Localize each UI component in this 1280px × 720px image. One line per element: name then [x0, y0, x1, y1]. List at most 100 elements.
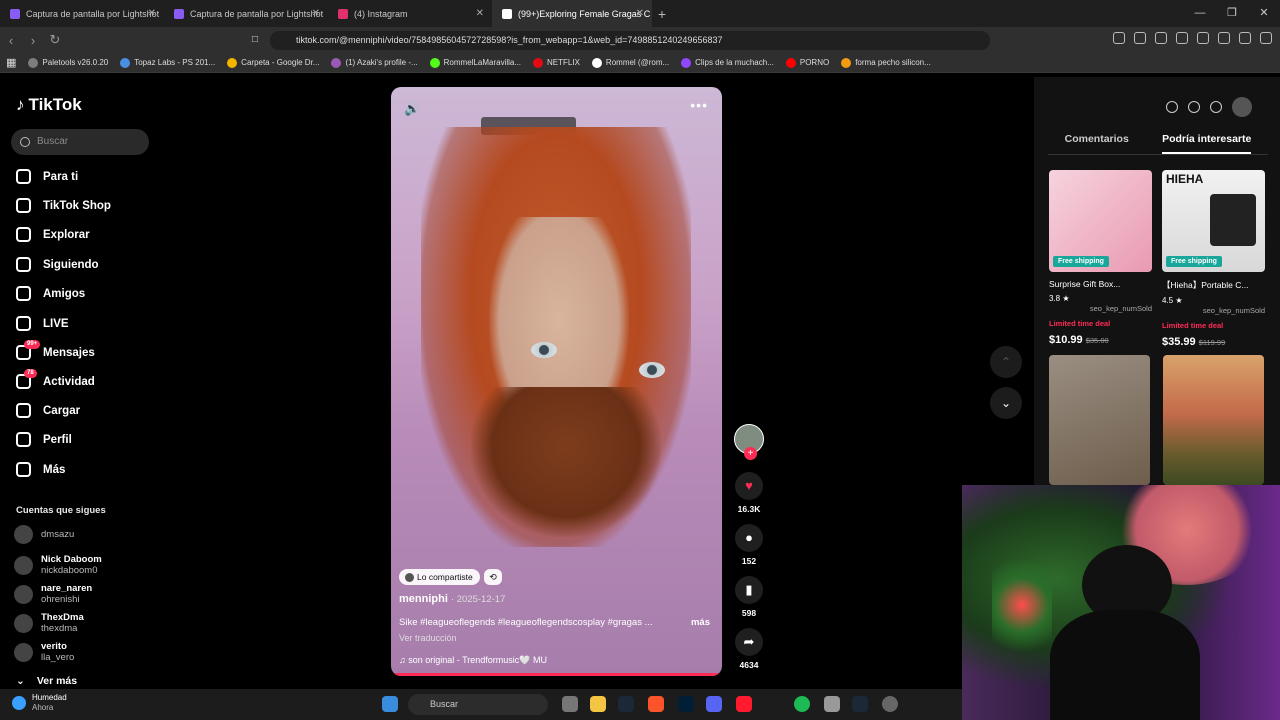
tiktok-logo[interactable]: ♪ TikTok: [16, 95, 82, 115]
see-more-link[interactable]: ⌄ Ver más: [16, 675, 77, 687]
followed-account[interactable]: ThexDma thexdma: [14, 612, 84, 634]
translate-link[interactable]: Ver traducción: [399, 633, 457, 643]
followed-account[interactable]: nare_naren ohrenishi: [14, 583, 92, 605]
reader-icon[interactable]: [1134, 32, 1146, 44]
bookmark-item[interactable]: Clips de la muchach...: [675, 57, 780, 68]
share-action[interactable]: ➦ 4634: [732, 628, 766, 670]
search-input[interactable]: Buscar: [11, 129, 149, 155]
chevron-up-icon[interactable]: ⌃: [990, 346, 1022, 378]
bookmark-item[interactable]: Rommel (@rom...: [586, 57, 675, 68]
forward-icon[interactable]: ›: [22, 33, 44, 48]
comment-icon[interactable]: ●: [735, 524, 763, 552]
ai-icon[interactable]: [1218, 32, 1230, 44]
bookmark-item[interactable]: PORNO: [780, 57, 835, 68]
bookmark-item[interactable]: NETFLIX: [527, 57, 586, 68]
bookmark-icon[interactable]: ⌑: [244, 32, 266, 48]
minimize-icon[interactable]: —: [1184, 0, 1216, 27]
wallet-icon[interactable]: [1197, 32, 1209, 44]
taskbar-search[interactable]: Buscar: [408, 694, 548, 715]
weather-widget[interactable]: Humedad Ahora: [12, 693, 67, 713]
compass-icon[interactable]: [1166, 101, 1178, 113]
download-icon[interactable]: [1210, 101, 1222, 113]
spotify-icon[interactable]: [794, 696, 810, 712]
brave-icon[interactable]: [648, 696, 664, 712]
product-card[interactable]: HIEHA Free shipping 【Hieha】Portable C...…: [1162, 170, 1265, 348]
sidebar-item[interactable]: Más: [16, 462, 65, 477]
like-action[interactable]: ♥ 16.3K: [732, 472, 766, 514]
chevron-down-icon[interactable]: ⌄: [990, 387, 1022, 419]
sidebar-item[interactable]: Explorar: [16, 227, 90, 242]
bookmark-item[interactable]: Topaz Labs - PS 201...: [114, 57, 221, 68]
save-action[interactable]: ▮ 598: [732, 576, 766, 618]
extension-icon[interactable]: [1113, 32, 1125, 44]
video-author[interactable]: menniphi · 2025-12-17: [399, 593, 505, 605]
close-icon[interactable]: ✕: [476, 8, 484, 19]
repost-icon[interactable]: ⟲: [484, 569, 502, 585]
sidebar-item[interactable]: TikTok Shop: [16, 198, 111, 213]
bookmark-item[interactable]: Paletools v26.0.20: [22, 57, 114, 68]
sidebar-item[interactable]: Amigos: [16, 286, 85, 301]
close-window-icon[interactable]: ✕: [1248, 0, 1280, 27]
creator-avatar[interactable]: +: [734, 424, 764, 460]
sidebar-item[interactable]: Para ti: [16, 169, 78, 184]
app-icon[interactable]: [882, 696, 898, 712]
steam-icon[interactable]: [852, 696, 868, 712]
bookmark-item[interactable]: (1) Azaki's profile -...: [325, 57, 423, 68]
discord-icon[interactable]: [706, 696, 722, 712]
bookmark-item[interactable]: RommelLaMaravilla...: [424, 57, 527, 68]
share-icon[interactable]: ➦: [735, 628, 763, 656]
bookmark-item[interactable]: Carpeta - Google Dr...: [221, 57, 325, 68]
product-card[interactable]: Free shipping Surprise Gift Box... 3.8 ★…: [1049, 170, 1152, 346]
close-icon[interactable]: ✕: [312, 8, 320, 19]
browser-tab-active[interactable]: (99+)Exploring Female Gragas C ✕: [492, 0, 652, 27]
video-thumbnail[interactable]: [1049, 355, 1150, 485]
more-link[interactable]: más: [691, 617, 710, 628]
music-icon[interactable]: [1155, 32, 1167, 44]
url-field[interactable]: tiktok.com/@menniphi/video/7584985604572…: [270, 31, 990, 50]
video-progress-bar[interactable]: [391, 673, 722, 676]
new-tab-button[interactable]: +: [652, 6, 672, 22]
video-thumbnail[interactable]: [1163, 355, 1264, 485]
sidebar-item[interactable]: Perfil: [16, 432, 72, 447]
app-icon[interactable]: [824, 696, 840, 712]
browser-tab[interactable]: Captura de pantalla por Lightshot ✕: [0, 0, 164, 27]
sidebar-item[interactable]: Siguiendo: [16, 257, 99, 272]
followed-account[interactable]: dmsazu: [14, 525, 74, 544]
more-options-icon[interactable]: •••: [690, 97, 708, 113]
back-icon[interactable]: ‹: [0, 33, 22, 48]
maximize-icon[interactable]: ❐: [1216, 0, 1248, 27]
followed-account[interactable]: verito lla_vero: [14, 641, 74, 663]
browser-tab[interactable]: (4) Instagram ✕: [328, 0, 492, 27]
shield-icon[interactable]: [1239, 32, 1251, 44]
heart-icon[interactable]: ♥: [735, 472, 763, 500]
reload-icon[interactable]: ↻: [44, 32, 66, 48]
follow-plus-icon[interactable]: +: [744, 447, 757, 460]
windows-start-icon[interactable]: [382, 696, 398, 712]
sound-link[interactable]: ♫ son original - Trendformusic🤍 MU: [399, 655, 547, 666]
shared-chip[interactable]: Lo compartiste: [399, 569, 480, 585]
sidebar-item[interactable]: 78 Actividad: [16, 369, 95, 389]
followed-account[interactable]: Nick Daboom nickdaboom0: [14, 554, 102, 576]
sidebar-item[interactable]: Cargar: [16, 403, 80, 418]
sidebar-item[interactable]: LIVE: [16, 316, 69, 331]
steam-icon[interactable]: [618, 696, 634, 712]
opera-icon[interactable]: [736, 696, 752, 712]
phone-icon[interactable]: [1188, 101, 1200, 113]
photoshop-icon[interactable]: [678, 696, 694, 712]
bookmark-icon[interactable]: ▮: [735, 576, 763, 604]
browser-tab[interactable]: Captura de pantalla por Lightshot ✕: [164, 0, 328, 27]
file-explorer-icon[interactable]: [590, 696, 606, 712]
video-player[interactable]: 🔊 ••• Lo compartiste ⟲ menniphi · 2025-1…: [391, 87, 722, 676]
bookmark-item[interactable]: forma pecho silicon...: [835, 57, 937, 68]
menu-icon[interactable]: [1260, 32, 1272, 44]
profile-avatar[interactable]: [1232, 97, 1252, 117]
close-icon[interactable]: ✕: [636, 8, 644, 19]
tab-recommended[interactable]: Podría interesarte: [1162, 133, 1252, 154]
close-icon[interactable]: ✕: [148, 8, 156, 19]
task-view-icon[interactable]: [562, 696, 578, 712]
comment-action[interactable]: ● 152: [732, 524, 766, 566]
apps-icon[interactable]: ▦: [0, 56, 22, 69]
sidebar-item[interactable]: 99+ Mensajes: [16, 340, 95, 360]
tab-comments[interactable]: Comentarios: [1065, 133, 1129, 154]
volume-icon[interactable]: 🔊: [404, 101, 420, 117]
